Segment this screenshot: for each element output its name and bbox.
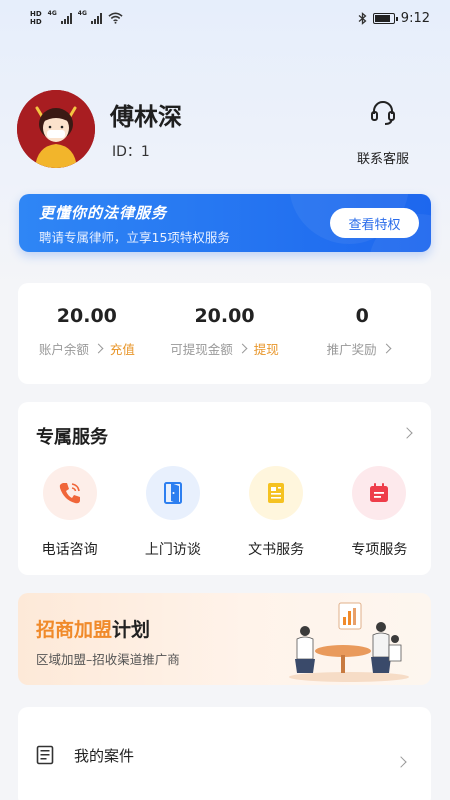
service-phone-consult[interactable]: 电话咨询	[18, 466, 121, 559]
service-label: 专项服务	[351, 542, 408, 558]
door-icon	[145, 466, 200, 520]
withdraw-link[interactable]: 提现	[254, 339, 279, 358]
withdrawable-value: 20.00	[194, 305, 255, 327]
chevron-right-icon	[401, 427, 413, 439]
signal-icon-2	[90, 12, 102, 24]
network-type-2: 4G	[77, 10, 87, 17]
franchise-banner[interactable]: 招商加盟计划 区域加盟–招收渠道推广商	[18, 593, 431, 685]
balance-label: 账户余额	[38, 342, 89, 357]
promotion-value: 0	[355, 305, 369, 327]
services-grid: 电话咨询 上门访谈 文书服务 专项服务	[18, 466, 431, 559]
franchise-title: 招商加盟计划	[36, 619, 151, 641]
balance-account[interactable]: 20.00 账户余额 充值	[18, 283, 156, 384]
services-title: 专属服务	[36, 427, 108, 448]
case-icon	[36, 745, 54, 765]
avatar[interactable]	[17, 90, 95, 168]
battery-icon	[372, 12, 398, 24]
balance-value: 20.00	[56, 305, 117, 327]
status-right: 9:12	[358, 11, 430, 26]
chevron-right-icon	[93, 343, 104, 354]
calendar-icon	[352, 466, 407, 520]
balance-card: 20.00 账户余额 充值 20.00 可提现金额 提现 0 推广奖励	[18, 283, 431, 384]
services-more-button[interactable]	[401, 422, 413, 441]
balance-withdrawable[interactable]: 20.00 可提现金额 提现	[156, 283, 294, 384]
chevron-right-icon	[395, 751, 407, 770]
balance-promotion[interactable]: 0 推广奖励	[293, 283, 431, 384]
customer-service-label: 联系客服	[356, 152, 409, 167]
user-id: ID：1	[112, 144, 150, 160]
legal-banner-subtitle: 聘请专属律师，立享15项特权服务	[39, 230, 230, 245]
recharge-link[interactable]: 充值	[110, 339, 135, 358]
network-type: 4G	[47, 10, 57, 17]
phone-icon	[42, 466, 97, 520]
menu-list-card: 我的案件	[18, 707, 431, 800]
wifi-icon	[108, 12, 123, 24]
hd-indicator: HD HD	[30, 10, 42, 26]
legal-banner-title: 更懂你的法律服务	[39, 204, 168, 222]
promotion-label: 推广奖励	[326, 342, 377, 357]
exclusive-services-card: 专属服务 电话咨询 上门访谈 文书服务 专项服务	[18, 402, 431, 575]
signal-icon	[60, 12, 72, 24]
document-icon	[249, 466, 304, 520]
user-name: 傅林深	[110, 103, 182, 131]
service-label: 上门访谈	[144, 542, 201, 558]
status-bar: HD HD 4G 4G 9:12	[0, 0, 450, 36]
status-time: 9:12	[400, 10, 430, 26]
view-privileges-button[interactable]: 查看特权	[330, 208, 419, 238]
my-cases-label: 我的案件	[74, 746, 135, 765]
franchise-subtitle: 区域加盟–招收渠道推广商	[36, 652, 180, 667]
meeting-illustration	[289, 602, 409, 682]
customer-service-button[interactable]: 联系客服	[338, 96, 428, 168]
legal-service-banner[interactable]: 更懂你的法律服务 聘请专属律师，立享15项特权服务 查看特权	[19, 194, 431, 252]
service-document[interactable]: 文书服务	[225, 466, 328, 559]
chevron-right-icon	[381, 343, 392, 354]
bluetooth-icon	[358, 11, 367, 25]
status-left: HD HD 4G 4G	[30, 10, 123, 26]
service-label: 文书服务	[248, 542, 305, 558]
service-label: 电话咨询	[41, 542, 98, 558]
avatar-icon	[17, 90, 95, 168]
service-special[interactable]: 专项服务	[328, 466, 431, 559]
withdrawable-label: 可提现金额	[170, 342, 233, 357]
service-home-visit[interactable]: 上门访谈	[121, 466, 224, 559]
chevron-right-icon	[237, 343, 248, 354]
headset-icon	[371, 101, 395, 125]
my-cases-item[interactable]: 我的案件	[18, 735, 431, 775]
